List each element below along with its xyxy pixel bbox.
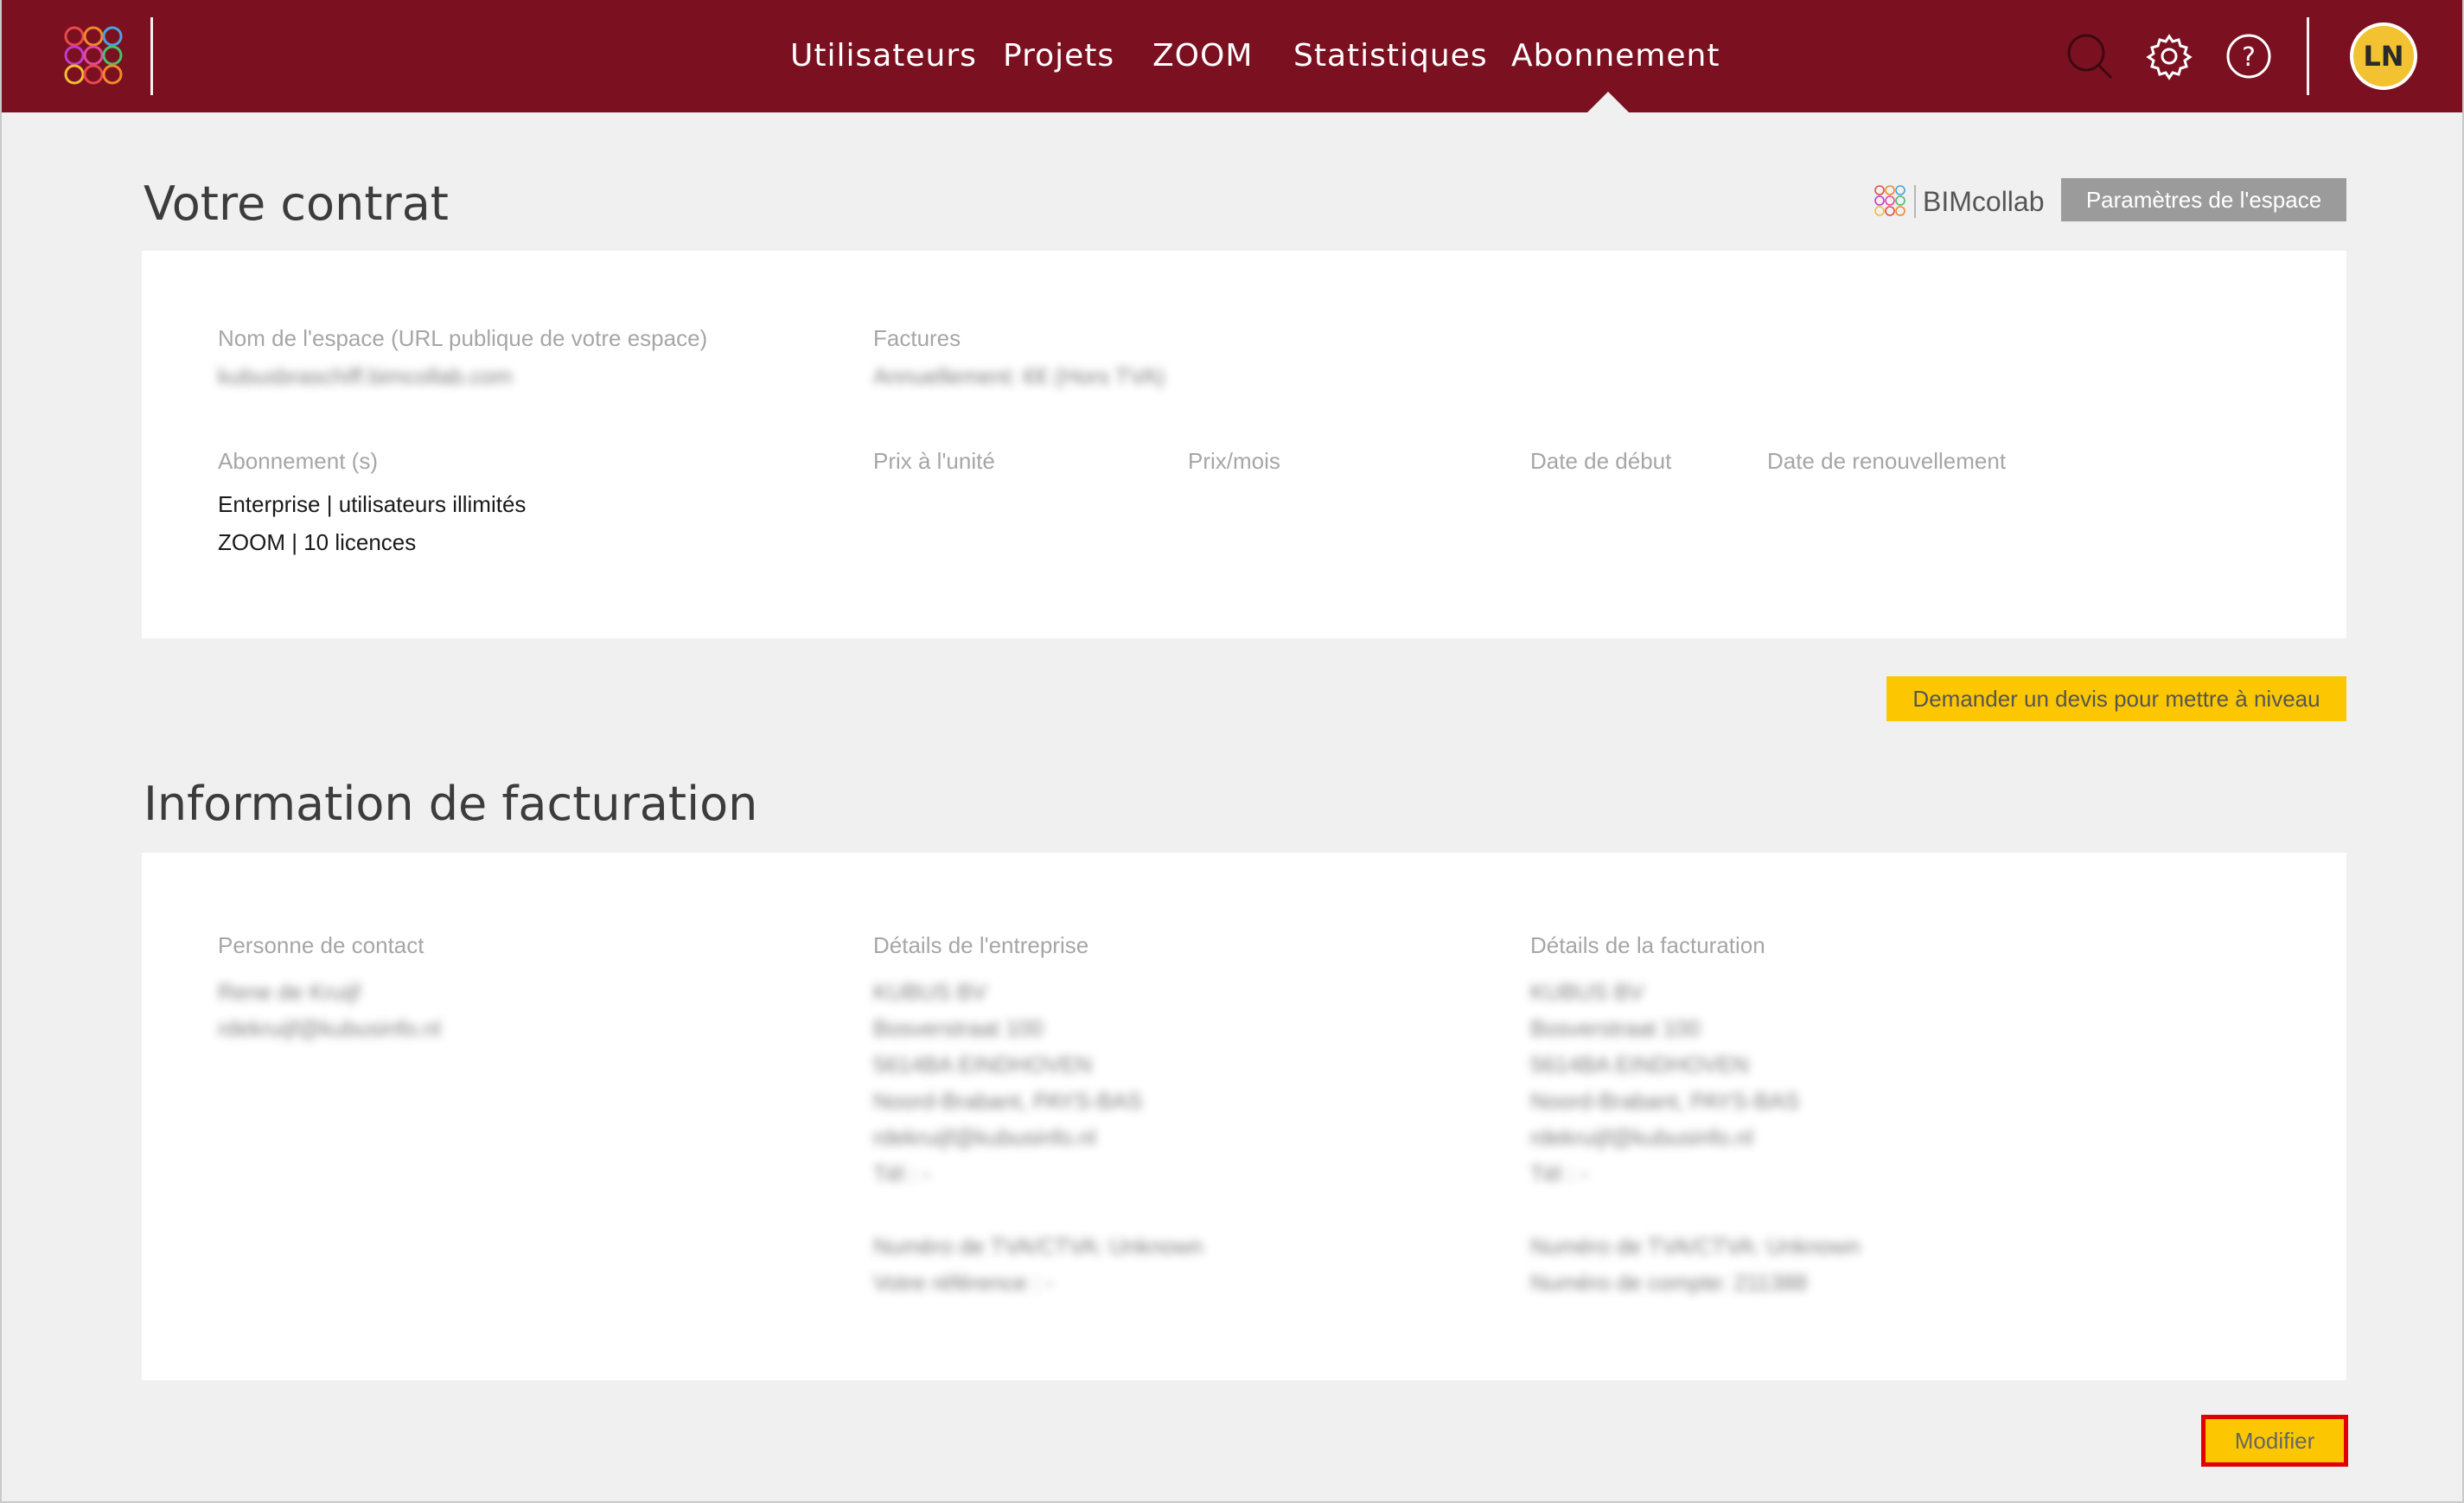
unit-price-label: Prix à l'unité <box>873 448 995 474</box>
brand-name: BIMcollab <box>1923 186 2045 217</box>
company-line: Bosverstraat 100 <box>873 1015 1044 1041</box>
billing-line: Tél : - <box>1530 1161 1588 1186</box>
company-line: rdekruijf@kubusinfo.nl <box>873 1124 1096 1150</box>
nav-item-projets[interactable]: Projets <box>1003 33 1114 80</box>
svg-text:?: ? <box>2242 42 2256 73</box>
price-month-label: Prix/mois <box>1188 448 1280 474</box>
subscription-item: ZOOM | 10 licences <box>218 529 417 555</box>
gear-icon[interactable] <box>2142 29 2196 83</box>
billing-line: Noord-Brabant, PAYS-BAS <box>1530 1088 1800 1114</box>
space-name-value: kubusbraschiff.bimcollab.com <box>218 363 513 389</box>
renewal-date-label: Date de renouvellement <box>1767 448 2007 474</box>
active-nav-indicator <box>1587 92 1629 112</box>
nav-item-statistiques[interactable]: Statistiques <box>1293 33 1488 80</box>
company-line: 5614BA EINDHOVEN <box>873 1052 1092 1078</box>
billing-line: KUBUS BV <box>1530 979 1644 1005</box>
contact-line: rdekruijf@kubusinfo.nl <box>218 1015 441 1041</box>
billing-card: Personne de contact Détails de l'entrepr… <box>142 853 2346 1380</box>
company-line: Noord-Brabant, PAYS-BAS <box>873 1088 1143 1114</box>
billing-line: Bosverstraat 100 <box>1530 1015 1701 1041</box>
contact-line: Rene de Kruijf <box>218 979 361 1005</box>
top-navigation-bar: Utilisateurs Projets ZOOM Statistiques A… <box>0 0 2464 112</box>
invoices-value: Annuellement: €€ (Hors TVA) <box>873 363 1165 389</box>
modify-button[interactable]: Modifier <box>2201 1415 2348 1467</box>
company-line: Tél : - <box>873 1161 931 1186</box>
invoices-label: Factures <box>873 325 961 351</box>
billing-line: rdekruijf@kubusinfo.nl <box>1530 1124 1753 1150</box>
billing-line: Numéro de compte: 211388 <box>1530 1270 1808 1295</box>
help-icon[interactable]: ? <box>2222 29 2276 83</box>
nav-item-zoom[interactable]: ZOOM <box>1152 33 1253 80</box>
contract-card: Nom de l'espace (URL publique de votre e… <box>142 251 2346 638</box>
space-settings-button[interactable]: Paramètres de l'espace <box>2061 178 2346 221</box>
billing-line: Numéro de TVA/CTVA: Unknown <box>1530 1233 1861 1259</box>
nav-item-abonnement[interactable]: Abonnement <box>1511 33 1720 80</box>
start-date-label: Date de début <box>1530 448 1672 474</box>
contact-person-label: Personne de contact <box>218 932 424 958</box>
contract-title: Votre contrat <box>144 176 449 231</box>
company-details-label: Détails de l'entreprise <box>873 932 1089 958</box>
billing-details-label: Détails de la facturation <box>1530 932 1765 958</box>
bimcollab-logo-icon <box>1874 185 1905 216</box>
company-line: Votre référence : - <box>873 1270 1054 1295</box>
user-avatar[interactable]: LN <box>2350 22 2417 90</box>
header-right-divider <box>2307 17 2309 95</box>
space-name-label: Nom de l'espace (URL publique de votre e… <box>218 325 708 351</box>
company-line: KUBUS BV <box>873 979 987 1005</box>
request-upgrade-quote-button[interactable]: Demander un devis pour mettre à niveau <box>1886 676 2346 721</box>
company-line: Numéro de TVA/CTVA: Unknown <box>873 1233 1203 1259</box>
subscription-item: Enterprise | utilisateurs illimités <box>218 491 527 517</box>
billing-title: Information de facturation <box>144 777 758 831</box>
search-icon[interactable] <box>2063 29 2116 83</box>
subscription-label: Abonnement (s) <box>218 448 378 474</box>
nav-item-utilisateurs[interactable]: Utilisateurs <box>790 33 977 80</box>
billing-line: 5614BA EINDHOVEN <box>1530 1052 1749 1078</box>
brand-divider <box>1914 185 1916 218</box>
